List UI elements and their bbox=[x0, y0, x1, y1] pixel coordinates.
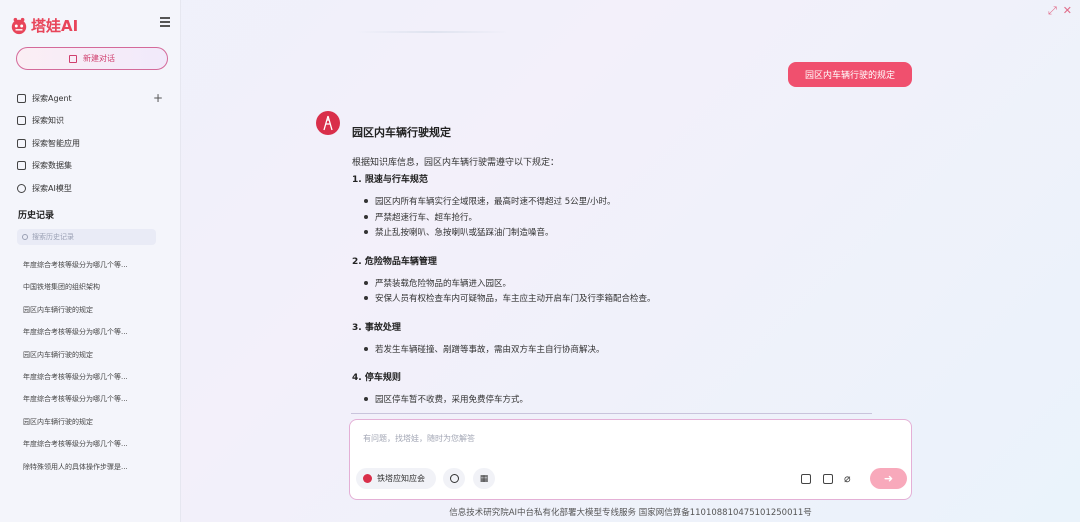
history-item[interactable]: 除特殊领用人的具体操作步骤是... bbox=[23, 458, 163, 480]
sidebar-item-label: 探索智能应用 bbox=[32, 138, 80, 148]
history-item[interactable]: 中国铁塔集团的组织架构 bbox=[23, 278, 163, 300]
add-icon[interactable]: + bbox=[153, 91, 163, 105]
web-search-button[interactable] bbox=[443, 468, 465, 489]
answer-section-title: 1. 限速与行车规范 bbox=[352, 175, 428, 185]
knowledge-base-label: 铁塔应知应会 bbox=[377, 474, 425, 483]
home-icon bbox=[17, 93, 26, 103]
menu-icon[interactable] bbox=[160, 17, 170, 27]
search-icon bbox=[22, 234, 28, 240]
crop-icon[interactable] bbox=[823, 474, 833, 484]
history-search-placeholder: 搜索历史记录 bbox=[32, 233, 74, 241]
book-icon bbox=[17, 116, 26, 126]
divider bbox=[351, 413, 872, 414]
answer-intro: 根据知识库信息，园区内车辆行驶需遵守以下规定： bbox=[352, 158, 560, 168]
history-item[interactable]: 年度综合考核等级分为哪几个等... bbox=[23, 256, 163, 278]
answer-bullet: 严禁装载危险物品的车辆进入园区。 bbox=[362, 277, 872, 293]
sidebar-item-label: 探索知识 bbox=[32, 116, 64, 126]
sidebar-item-agent[interactable]: 探索Agent + bbox=[17, 87, 167, 110]
history-list: 年度综合考核等级分为哪几个等... 中国铁塔集团的组织架构 园区内车辆行驶的规定… bbox=[23, 256, 163, 480]
answer-section-title: 4. 停车规则 bbox=[352, 373, 401, 383]
dataset-icon bbox=[17, 161, 26, 171]
chat-input-placeholder[interactable]: 有问题，找塔娃，随时为您解答 bbox=[363, 433, 475, 444]
history-item[interactable]: 年度综合考核等级分为哪几个等... bbox=[23, 368, 163, 390]
answer-title: 园区内车辆行驶规定 bbox=[352, 126, 451, 139]
tower-icon bbox=[363, 474, 372, 483]
expand-icon[interactable]: ⤢ bbox=[1048, 4, 1057, 18]
logo-text: 塔娃AI bbox=[31, 17, 79, 35]
close-icon[interactable]: ✕ bbox=[1063, 4, 1072, 18]
answer-bullets: 园区内所有车辆实行全域限速，最高时速不得超过 5公里/小时。 严禁超速行车、超车… bbox=[362, 195, 872, 242]
history-item[interactable]: 年度综合考核等级分为哪几个等... bbox=[23, 323, 163, 345]
sidebar-item-apps[interactable]: 探索智能应用 bbox=[17, 132, 167, 155]
knowledge-base-chip[interactable]: 铁塔应知应会 bbox=[356, 468, 436, 489]
arrow-right-icon: ➜ bbox=[883, 472, 894, 485]
bot-avatar-icon bbox=[316, 111, 340, 135]
window-controls: ⤢ ✕ bbox=[1048, 4, 1072, 18]
grid-icon: ▦ bbox=[479, 473, 489, 484]
answer-section-title: 3. 事故处理 bbox=[352, 322, 401, 333]
sidebar-item-label: 探索数据集 bbox=[32, 161, 72, 171]
history-item[interactable]: 年度综合考核等级分为哪几个等... bbox=[23, 435, 163, 457]
new-chat-button[interactable]: 新建对话 bbox=[16, 47, 168, 70]
logo[interactable]: 塔娃AI bbox=[10, 15, 78, 36]
sidebar-item-datasets[interactable]: 探索数据集 bbox=[17, 155, 167, 178]
nav-list: 探索Agent + 探索知识 探索智能应用 探索数据集 探索AI模型 bbox=[17, 87, 167, 200]
bot-answer: 园区内车辆行驶规定 根据知识库信息，园区内车辆行驶需遵守以下规定： 1. 限速与… bbox=[352, 124, 872, 421]
answer-section-title: 2. 危险物品车辆管理 bbox=[352, 256, 437, 267]
sidebar-item-label: 探索AI模型 bbox=[32, 183, 72, 193]
history-item[interactable]: 年度综合考核等级分为哪几个等... bbox=[23, 390, 163, 412]
sidebar: 塔娃AI 新建对话 探索Agent + 探索知识 探索智能应用 探索数据集 探索… bbox=[0, 0, 181, 522]
sidebar-item-label: 探索Agent bbox=[32, 93, 72, 103]
model-icon bbox=[17, 183, 26, 193]
answer-bullets: 园区停车暂不收费，采用免费停车方式。 bbox=[362, 393, 872, 409]
user-message: 园区内车辆行驶的规定 bbox=[788, 62, 912, 87]
tools-button[interactable]: ▦ bbox=[473, 468, 495, 489]
image-upload-icon[interactable] bbox=[801, 474, 811, 484]
history-search-input[interactable]: 搜索历史记录 bbox=[17, 229, 156, 245]
footer-text: 信息技术研究院AI中台私有化部署大模型专线服务 国家网信算备1101088104… bbox=[449, 508, 812, 518]
history-item[interactable]: 园区内车辆行驶的规定 bbox=[23, 346, 163, 368]
attachment-icon[interactable]: ⌀ bbox=[844, 472, 851, 485]
answer-bullets: 严禁装载危险物品的车辆进入园区。 安保人员有权检查车内可疑物品，车主应主动开启车… bbox=[362, 277, 872, 308]
send-button[interactable]: ➜ bbox=[870, 468, 907, 489]
answer-bullet: 严禁超速行车、超车抢行。 bbox=[362, 211, 872, 227]
new-chat-label: 新建对话 bbox=[83, 54, 115, 63]
scroll-indicator bbox=[355, 31, 510, 33]
app-icon bbox=[17, 138, 26, 148]
history-item[interactable]: 园区内车辆行驶的规定 bbox=[23, 413, 163, 435]
new-chat-icon bbox=[69, 54, 77, 63]
logo-icon bbox=[11, 17, 27, 34]
answer-bullet: 园区停车暂不收费，采用免费停车方式。 bbox=[362, 393, 872, 409]
chat-input-box[interactable]: 有问题，找塔娃，随时为您解答 铁塔应知应会 ▦ ⌀ ➜ bbox=[349, 419, 912, 500]
answer-bullet: 若发生车辆碰撞、剐蹭等事故，需由双方车主自行协商解决。 bbox=[362, 343, 872, 359]
history-title: 历史记录 bbox=[18, 211, 55, 221]
answer-bullets: 若发生车辆碰撞、剐蹭等事故，需由双方车主自行协商解决。 bbox=[362, 343, 872, 359]
answer-bullet: 园区内所有车辆实行全域限速，最高时速不得超过 5公里/小时。 bbox=[362, 195, 872, 211]
history-item[interactable]: 园区内车辆行驶的规定 bbox=[23, 301, 163, 323]
answer-bullet: 安保人员有权检查车内可疑物品，车主应主动开启车门及行李箱配合检查。 bbox=[362, 292, 872, 308]
answer-bullet: 禁止乱按喇叭、急按喇叭或猛踩油门制造噪音。 bbox=[362, 226, 872, 242]
globe-icon bbox=[449, 474, 459, 483]
sidebar-item-knowledge[interactable]: 探索知识 bbox=[17, 110, 167, 133]
sidebar-item-models[interactable]: 探索AI模型 bbox=[17, 177, 167, 200]
